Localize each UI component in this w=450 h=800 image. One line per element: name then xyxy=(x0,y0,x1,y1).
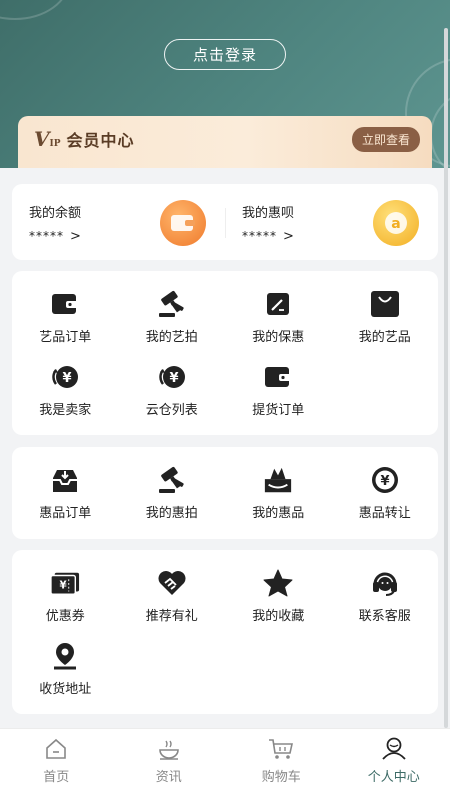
svg-text:¥: ¥ xyxy=(169,371,178,386)
menu-item[interactable]: ¥ 优惠券 xyxy=(12,568,119,640)
menu-item-label: 提货订单 xyxy=(252,403,305,418)
menu-item[interactable]: 我的惠品 xyxy=(225,465,332,537)
svg-text:¥: ¥ xyxy=(60,580,68,592)
menu-item-label: 我的艺品 xyxy=(358,330,411,345)
vip-banner[interactable]: VIP 会员中心 立即查看 xyxy=(18,116,432,168)
menu-item-label: 我的惠拍 xyxy=(145,506,198,521)
vip-logo: VIP xyxy=(34,127,61,151)
tab-item[interactable]: 个人中心 xyxy=(338,729,450,800)
chevron-right-icon: > xyxy=(70,229,82,244)
menu-item-label: 我是卖家 xyxy=(39,403,92,418)
location-pin-icon xyxy=(50,641,80,671)
wallet-icon xyxy=(263,362,293,392)
balance-card: 我的余额 ***** > 我的惠呗 ***** > a xyxy=(12,184,438,260)
edit-note-icon xyxy=(263,289,293,319)
inbox-icon xyxy=(50,465,80,495)
home-icon xyxy=(43,737,69,761)
balance-item[interactable]: 我的余额 ***** > xyxy=(12,184,225,260)
balance-item[interactable]: 我的惠呗 ***** > a xyxy=(225,184,438,260)
menu-item-label: 联系客服 xyxy=(358,609,411,624)
menu-item[interactable]: ¥ 我是卖家 xyxy=(12,362,119,434)
coupon-icon: ¥ xyxy=(50,568,80,598)
menu-item-label: 优惠券 xyxy=(45,609,85,624)
menu-item[interactable]: 我的收藏 xyxy=(225,568,332,640)
gift-box-icon xyxy=(263,465,293,495)
shopping-bag-icon xyxy=(370,289,400,319)
decor-ring xyxy=(0,0,70,20)
menu-item-label: 我的保惠 xyxy=(252,330,305,345)
tab-item[interactable]: 首页 xyxy=(0,729,113,800)
vip-title: 会员中心 xyxy=(66,131,135,150)
svg-text:a: a xyxy=(391,216,400,232)
wallet-icon xyxy=(50,289,80,319)
hui-section: 惠品订单 我的惠拍 我的惠品 ¥ 惠品转让 xyxy=(12,447,438,539)
menu-item-label: 我的惠品 xyxy=(252,506,305,521)
login-button[interactable]: 点击登录 xyxy=(164,39,286,70)
yuan-exchange-icon: ¥ xyxy=(50,362,80,392)
cart-icon xyxy=(268,737,294,761)
menu-item[interactable]: 艺品订单 xyxy=(12,289,119,361)
other-section: ¥ 优惠券 推荐有礼 我的收藏 联系客服收货地址 xyxy=(12,550,438,714)
menu-item-label: 艺品订单 xyxy=(39,330,92,345)
menu-item-label: 惠品转让 xyxy=(358,506,411,521)
handshake-heart-icon xyxy=(157,568,187,598)
tab-item[interactable]: 购物车 xyxy=(225,729,338,800)
svg-text:¥: ¥ xyxy=(380,474,389,489)
menu-item-label: 我的艺拍 xyxy=(145,330,198,345)
menu-item-label: 云仓列表 xyxy=(145,403,198,418)
menu-item[interactable]: 我的惠拍 xyxy=(119,465,226,537)
tab-label: 资讯 xyxy=(155,770,182,785)
yuan-circle-icon: ¥ xyxy=(370,465,400,495)
menu-item[interactable]: 联系客服 xyxy=(332,568,439,640)
chevron-right-icon: > xyxy=(283,229,295,244)
scrollbar[interactable] xyxy=(444,28,448,728)
user-icon xyxy=(381,737,407,761)
menu-item[interactable]: 我的艺品 xyxy=(332,289,439,361)
menu-item[interactable]: ¥ 云仓列表 xyxy=(119,362,226,434)
svg-text:¥: ¥ xyxy=(63,371,72,386)
menu-item[interactable]: 推荐有礼 xyxy=(119,568,226,640)
menu-item[interactable]: 我的艺拍 xyxy=(119,289,226,361)
star-icon xyxy=(263,568,293,598)
art-section: 艺品订单 我的艺拍 我的保惠 我的艺品 ¥ 我是卖家 ¥ 云仓列表 提货订单 xyxy=(12,271,438,435)
gold-coin-icon: a xyxy=(373,200,419,246)
menu-item[interactable]: 我的保惠 xyxy=(225,289,332,361)
menu-item-label: 惠品订单 xyxy=(39,506,92,521)
vip-view-button[interactable]: 立即查看 xyxy=(351,126,420,152)
tab-label: 首页 xyxy=(43,770,70,785)
headset-icon xyxy=(370,568,400,598)
profile-header: 点击登录 VIP 会员中心 立即查看 xyxy=(0,0,450,168)
menu-item-label: 收货地址 xyxy=(39,682,92,697)
menu-item[interactable]: ¥ 惠品转让 xyxy=(332,465,439,537)
yuan-exchange-icon: ¥ xyxy=(157,362,187,392)
menu-item[interactable]: 收货地址 xyxy=(12,641,119,713)
auction-hammer-icon xyxy=(157,465,187,495)
tab-label: 个人中心 xyxy=(367,770,420,785)
menu-item[interactable]: 惠品订单 xyxy=(12,465,119,537)
tab-label: 购物车 xyxy=(261,770,301,785)
news-bowl-icon xyxy=(156,737,182,761)
auction-hammer-icon xyxy=(157,289,187,319)
bottom-tab-bar: 首页 资讯 购物车 个人中心 xyxy=(0,728,450,800)
menu-item[interactable]: 提货订单 xyxy=(225,362,332,434)
menu-item-label: 推荐有礼 xyxy=(145,609,198,624)
wallet-coin-icon xyxy=(160,200,206,246)
tab-item[interactable]: 资讯 xyxy=(113,729,226,800)
menu-item-label: 我的收藏 xyxy=(252,609,305,624)
